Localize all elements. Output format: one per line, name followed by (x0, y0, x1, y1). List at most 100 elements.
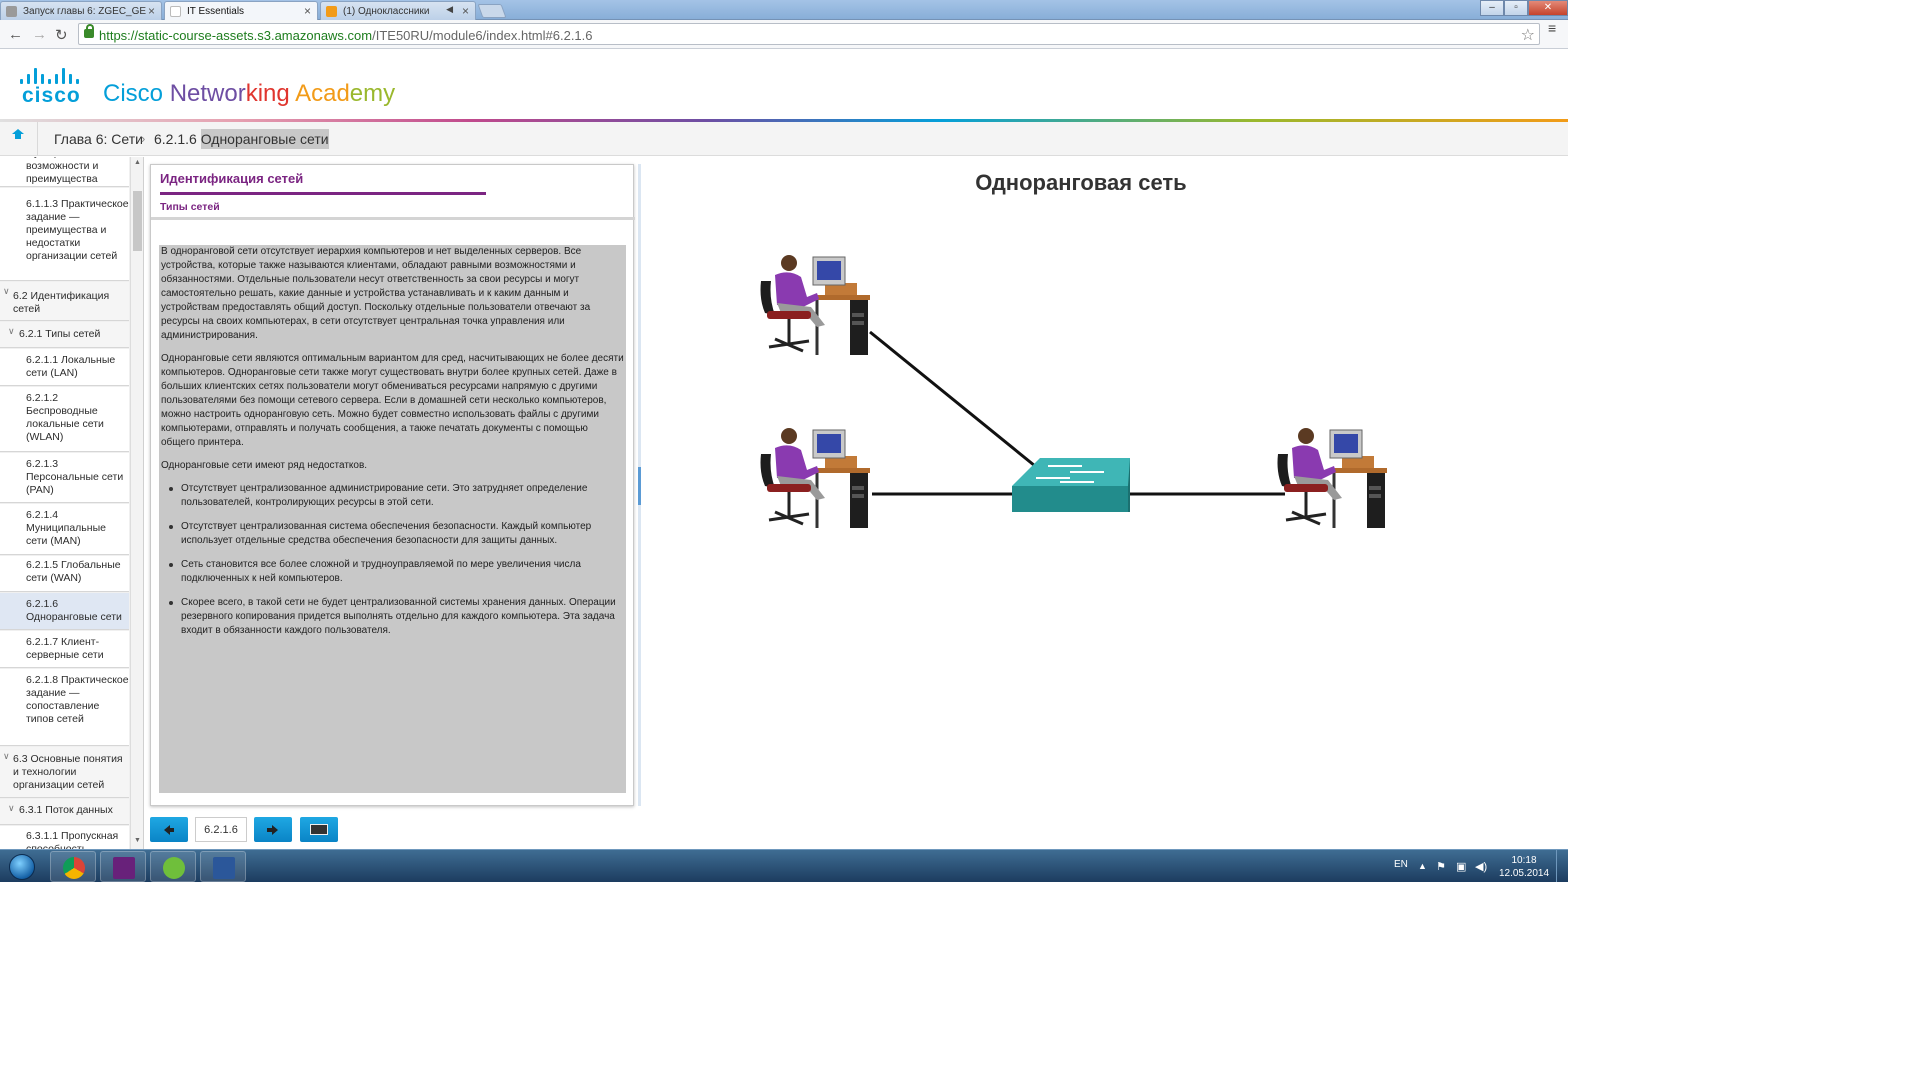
reload-icon[interactable]: ↻ (55, 26, 68, 44)
outline-item[interactable]: 6.2.1.3 Персональные сети (PAN) (0, 453, 129, 503)
next-page-button[interactable] (254, 817, 292, 842)
minimize-icon[interactable]: – (1480, 0, 1504, 16)
new-tab-button[interactable] (477, 4, 507, 18)
speaker-icon: ◀ (446, 4, 453, 14)
list-item: Отсутствует централизованное администрир… (169, 482, 624, 510)
outline-section[interactable]: ∨ 6.3 Основные понятия и технологии орган… (0, 747, 129, 798)
show-desktop-button[interactable] (1556, 850, 1568, 882)
forward-icon[interactable]: → (32, 26, 47, 43)
scroll-down-icon[interactable]: ▼ (134, 837, 141, 844)
address-bar[interactable]: https://static-course-assets.s3.amazonaw… (78, 23, 1540, 45)
breadcrumb-chapter[interactable]: Глава 6: Сети (54, 131, 143, 147)
course-outline-sidebar: Функциональные возможности и преимуществ… (0, 157, 144, 849)
start-button[interactable] (2, 851, 42, 882)
browser-tab-strip: Запуск главы 6: ZGEC_GE × IT Essentials … (0, 0, 1568, 20)
scrollbar-thumb[interactable] (133, 191, 142, 251)
outline-subsection[interactable]: ∨ 6.2.1 Типы сетей (0, 322, 129, 348)
content-panel: Идентификация сетей Типы сетей В одноран… (150, 164, 635, 806)
bookmark-star-icon[interactable]: ☆ (1521, 25, 1535, 45)
visual-studio-icon (113, 857, 135, 879)
paragraph: В одноранговой сети отсутствует иерархия… (161, 246, 591, 341)
taskbar-chrome[interactable] (50, 851, 96, 882)
browser-tab-1[interactable]: Запуск главы 6: ZGEC_GE × (0, 1, 162, 20)
peer-computer-icon (1276, 426, 1389, 530)
outline-item[interactable]: 6.2.1.5 Глобальные сети (WAN) (0, 556, 129, 592)
scroll-up-icon[interactable]: ▲ (134, 159, 141, 166)
panel-subtitle: Типы сетей (160, 201, 220, 213)
close-tab-icon[interactable]: × (148, 4, 155, 18)
outline-item[interactable]: 6.2.1.8 Практическое задание — сопоставл… (0, 669, 129, 746)
outline-item-label: 6.2.1.8 Практическое задание — сопоставл… (26, 674, 129, 725)
close-tab-icon[interactable]: × (462, 4, 469, 18)
browser-toolbar: ← → ↻ https://static-course-assets.s3.am… (0, 20, 1568, 49)
close-tab-icon[interactable]: × (304, 4, 311, 18)
taskbar-visual-studio[interactable] (100, 851, 146, 882)
sidebar-scrollbar[interactable]: ▲ ▼ (130, 157, 143, 849)
menu-icon[interactable]: ≡ (1548, 21, 1560, 35)
list-item: Отсутствует централизованная система обе… (169, 520, 624, 548)
panel-title: Идентификация сетей (160, 171, 304, 186)
cisco-logo[interactable]: cisco (22, 84, 81, 108)
windows-logo-icon (9, 854, 35, 880)
volume-icon[interactable]: ◀) (1475, 860, 1487, 873)
tab-title: IT Essentials (187, 6, 245, 17)
chrome-icon (63, 857, 85, 879)
outline-item[interactable]: 6.2.1.2 Беспроводные локальные сети (WLA… (0, 387, 129, 452)
url-host: https://static-course-assets.s3.amazonaw… (99, 28, 373, 43)
panel-divider (151, 217, 635, 220)
maximize-icon[interactable]: ▫ (1504, 0, 1528, 16)
url-path: /ITE50RU/module6/index.html#6.2.1.6 (372, 28, 593, 43)
taskbar-word[interactable] (200, 851, 246, 882)
chevron-down-icon: ∨ (3, 751, 10, 761)
content-scrollbar-thumb[interactable] (638, 467, 641, 505)
diagram-title: Одноранговая сеть (975, 170, 1187, 195)
breadcrumb-section-title: Одноранговые сети (200, 129, 329, 149)
fullscreen-button[interactable] (300, 817, 338, 842)
clock-time: 10:18 (1511, 855, 1537, 866)
list-item: Скорее всего, в такой сети не будет цент… (169, 596, 624, 638)
outline-item-selected[interactable]: 6.2.1.6 Одноранговые сети (0, 593, 129, 630)
title-underline (160, 192, 486, 195)
outline-item-label: 6.2.1.2 Беспроводные локальные сети (WLA… (26, 392, 104, 443)
peer-to-peer-diagram (759, 253, 1389, 530)
outline-item[interactable]: Функциональные возможности и преимуществ… (0, 157, 129, 187)
outline-item-label: 6.2.1.4 Муниципальные сети (MAN) (26, 509, 106, 547)
tray-expand-icon[interactable]: ▲ (1418, 861, 1427, 871)
close-window-icon[interactable]: ✕ (1528, 0, 1568, 16)
paragraph: Одноранговые сети являются оптимальным в… (161, 353, 624, 448)
action-center-flag-icon[interactable]: ⚑ (1436, 860, 1446, 873)
screen-icon (310, 824, 328, 835)
utorrent-icon (163, 857, 185, 879)
outline-section[interactable]: ∨ 6.2 Идентификация сетей (0, 282, 129, 321)
taskbar-utorrent[interactable] (150, 851, 196, 882)
outline-item-label: 6.2.1.1 Локальные сети (LAN) (26, 354, 116, 379)
switch-icon (1012, 458, 1130, 512)
page-number: 6.2.1.6 (195, 817, 247, 842)
outline-item[interactable]: 6.3.1.1 Пропускная способность (0, 826, 129, 849)
link-line (869, 330, 1041, 472)
disadvantages-list: Отсутствует централизованное администрир… (161, 482, 624, 638)
screen: Запуск главы 6: ZGEC_GE × IT Essentials … (0, 0, 1568, 882)
browser-tab-3[interactable]: (1) Одноклассники ◀ × (320, 1, 476, 20)
back-icon[interactable]: ← (8, 26, 23, 43)
outline-item[interactable]: 6.2.1.7 Клиент-серверные сети (0, 631, 129, 668)
browser-tab-2[interactable]: IT Essentials × (164, 1, 318, 20)
home-button[interactable] (0, 122, 38, 156)
clock-date: 12.05.2014 (1498, 868, 1550, 879)
outline-item[interactable]: 6.1.1.3 Практическое задание — преимущес… (0, 188, 129, 281)
outline-item[interactable]: 6.2.1.4 Муниципальные сети (MAN) (0, 504, 129, 555)
favicon-icon (6, 6, 17, 17)
clock[interactable]: 10:18 12.05.2014 (1494, 854, 1554, 880)
home-icon (12, 129, 24, 144)
outline-subsection[interactable]: ∨ 6.3.1 Поток данных (0, 799, 129, 825)
network-icon[interactable]: ▣ (1456, 860, 1466, 873)
brand-title: Cisco Networking Academy (103, 80, 395, 108)
peer-computer-icon (759, 253, 872, 357)
outline-item-label: 6.2.1.7 Клиент-серверные сети (26, 636, 104, 661)
paragraph: Одноранговые сети имеют ряд недостатков. (161, 460, 368, 471)
outline-item-label: 6.3.1.1 Пропускная способность (26, 830, 119, 849)
previous-page-button[interactable] (150, 817, 188, 842)
tab-title: (1) Одноклассники (343, 6, 430, 17)
outline-item[interactable]: 6.2.1.1 Локальные сети (LAN) (0, 349, 129, 386)
list-item: Сеть становится все более сложной и труд… (169, 558, 624, 586)
